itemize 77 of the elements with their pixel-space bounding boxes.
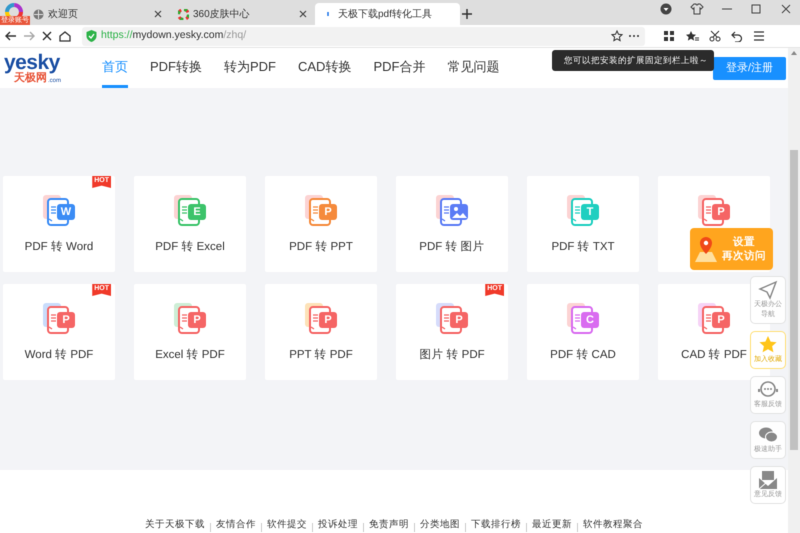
star-icon (611, 30, 623, 42)
revisit-text: 再次访问 (722, 249, 766, 263)
extensions-icon (663, 30, 675, 42)
icon-letter: W (60, 204, 72, 220)
scroll-up-arrow-icon[interactable] (791, 51, 797, 55)
map-pin-icon (694, 235, 718, 263)
secure-shield-icon (86, 30, 97, 42)
icon-letter: P (323, 204, 333, 220)
icon-letter: P (716, 204, 726, 220)
tool-card[interactable]: PDF 转 图片 (396, 176, 508, 272)
star-icon (758, 335, 778, 355)
footer-link[interactable]: 关于天极下载 (145, 518, 205, 532)
menu-icon (753, 30, 765, 42)
icon-letter: P (61, 312, 71, 328)
tool-card[interactable]: C PDF 转 CAD (527, 284, 639, 380)
tool-card[interactable]: P PDF 转 PPT (265, 176, 377, 272)
icon-letter: T (586, 204, 594, 220)
footer-link[interactable]: 投诉处理 (318, 518, 358, 532)
tool-label: PDF 转 Excel (155, 240, 225, 255)
nav-link[interactable]: CAD转换 (298, 48, 352, 88)
footer-link[interactable]: 软件提交 (267, 518, 307, 532)
scrollbar-thumb[interactable] (790, 150, 798, 450)
headset-chat-icon (758, 380, 778, 400)
maximize-icon (750, 3, 762, 15)
envelope-icon (758, 470, 778, 490)
icon-letter: C (585, 312, 595, 328)
tool-label: PDF 转 TXT (551, 240, 615, 255)
tool-label: 图片 转 PDF (419, 348, 485, 363)
shirt-icon (690, 3, 704, 15)
url-text: https://mydown.yesky.com/zhq/ (101, 28, 248, 44)
stop-icon (40, 29, 54, 43)
nav-link[interactable]: 转为PDF (224, 48, 276, 88)
tool-label: CAD 转 PDF (681, 348, 747, 363)
footer-link[interactable]: 最近更新 (532, 518, 572, 532)
browser-tab[interactable]: 天极下载pdf转化工具 (315, 3, 460, 25)
address-field[interactable]: https://mydown.yesky.com/zhq/ (82, 26, 645, 46)
minimize-icon (722, 8, 732, 10)
loading-icon (327, 12, 330, 16)
nav-link[interactable]: PDF转换 (150, 48, 202, 88)
icon-letter: P (323, 312, 333, 328)
paper-plane-icon (758, 280, 778, 300)
undo-icon (731, 30, 743, 42)
tool-label: PPT 转 PDF (289, 348, 353, 363)
tooltip-text: 您可以把安装的扩展固定到栏上啦～ (564, 54, 708, 67)
tool-label: Excel 转 PDF (155, 348, 225, 363)
icon-letter: P (716, 312, 726, 328)
back-icon (4, 29, 18, 43)
color-wheel-icon (178, 8, 189, 20)
tool-label: PDF 转 CAD (550, 348, 616, 363)
home-icon (58, 29, 72, 43)
footer-link[interactable]: 软件教程聚合 (583, 518, 643, 532)
close-icon (154, 10, 162, 18)
close-icon (299, 10, 307, 18)
footer-link[interactable]: 友情合作 (216, 518, 256, 532)
scissors-icon (709, 30, 721, 42)
icon-letter: E (192, 204, 202, 220)
footer-link[interactable]: 下载排行榜 (471, 518, 521, 532)
tool-label: PDF 转 图片 (419, 240, 485, 255)
close-icon (780, 3, 792, 15)
revisit-text: 设置 (733, 235, 755, 249)
tool-label: PDF 转 Word (24, 240, 94, 255)
tool-card[interactable]: P Excel 转 PDF (134, 284, 246, 380)
tool-card[interactable]: T PDF 转 TXT (527, 176, 639, 272)
tool-label: PDF 转 PPT (289, 240, 353, 255)
footer-link[interactable]: 分类地图 (420, 518, 460, 532)
tool-card[interactable]: P PPT 转 PDF (265, 284, 377, 380)
nav-link[interactable]: PDF合并 (373, 48, 426, 88)
icon-letter: P (454, 312, 464, 328)
shield-icon (660, 3, 672, 15)
globe-icon (33, 8, 44, 20)
footer-link[interactable]: 免责声明 (369, 518, 409, 532)
nav-link[interactable]: 常见问题 (447, 48, 500, 88)
tool-label: Word 转 PDF (24, 348, 94, 363)
forward-icon (22, 29, 36, 43)
favorites-icon (685, 30, 699, 42)
icon-letter: P (192, 312, 202, 328)
tool-card[interactable]: E PDF 转 Excel (134, 176, 246, 272)
